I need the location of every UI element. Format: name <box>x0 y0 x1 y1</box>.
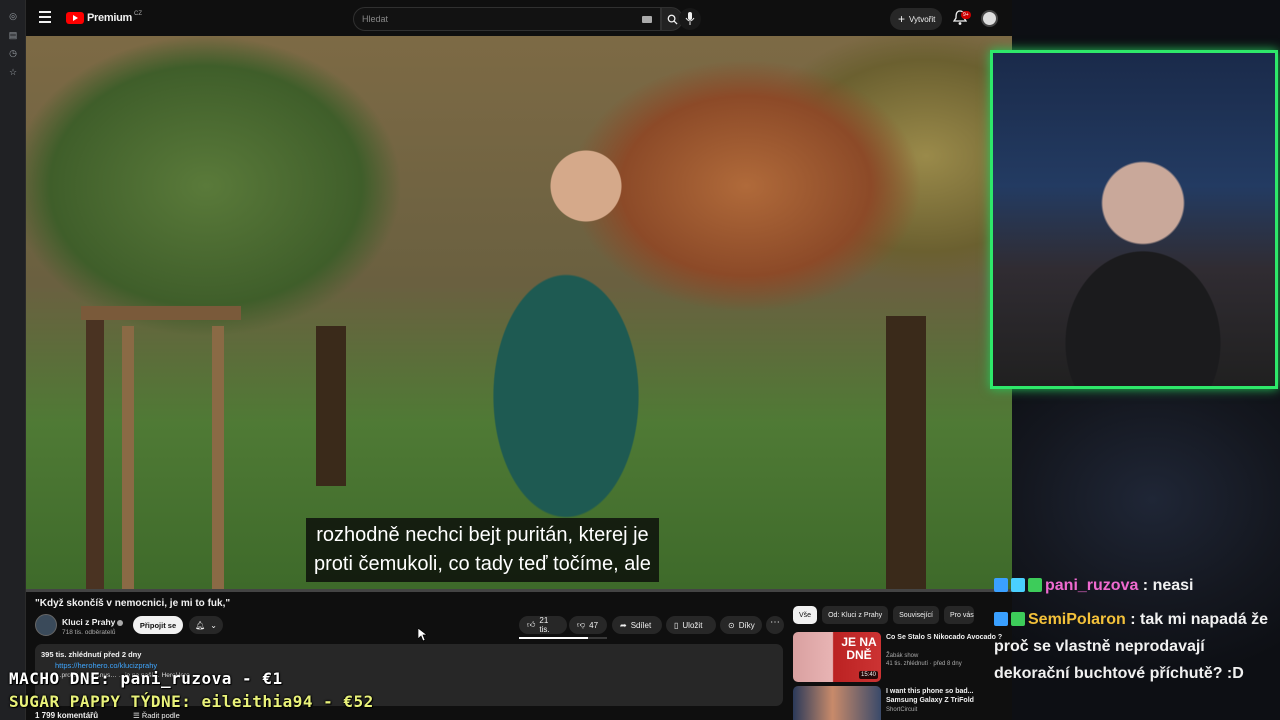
sort-comments-button[interactable]: ☰ Řadit podle <box>133 711 180 720</box>
youtube-header: Premium CZ Hledat + Vytvořit 9+ <box>26 0 1012 36</box>
gem-badge-icon <box>1011 578 1025 592</box>
voice-search-button[interactable] <box>679 8 701 30</box>
chat-separator: : <box>1125 611 1141 628</box>
video-thumbnail[interactable]: JE NA DNĚ 15:40 <box>793 632 881 682</box>
thanks-button[interactable]: ⊙ Díky <box>720 616 762 634</box>
view-stats: 395 tis. zhlédnutí před 2 dny <box>41 650 142 659</box>
comment-count: 1 799 komentářů <box>35 711 99 720</box>
youtube-logo[interactable]: Premium CZ <box>66 10 142 26</box>
chat-username: SemiPolaron <box>1028 611 1126 628</box>
subscription-bell-button[interactable]: 🔔︎ ⌄ <box>189 616 223 634</box>
clock-icon[interactable]: ◷ <box>8 48 18 58</box>
chip-for-you[interactable]: Pro vás <box>944 606 974 624</box>
overlay-weekly-donor: SUGAR PAPPY TÝDNE: eileithia94 - €52 <box>9 692 374 711</box>
recommendation-channel: Žabák show <box>886 653 919 659</box>
save-label: Uložit <box>682 620 703 630</box>
chat-message: SemiPolaron : tak mi napadá že proč se v… <box>994 606 1274 687</box>
verified-icon <box>117 619 124 626</box>
video-player[interactable]: rozhodně nechci bejt puritán, kterej je … <box>26 36 1012 589</box>
thanks-icon: ⊙ <box>728 620 735 630</box>
recommendation-title: I want this phone so bad... Samsung Gala… <box>886 688 974 704</box>
webcam-frame <box>990 50 1278 389</box>
join-button[interactable]: Připojit se <box>133 616 183 634</box>
video-title: "Když skončíš v nemocnici, je mi to fuk,… <box>35 598 231 609</box>
chat-message: pani_ruzova : neasi <box>994 572 1274 599</box>
chip-from-channel[interactable]: Od: Kluci z Prahy <box>822 606 889 624</box>
video-progress-bar[interactable] <box>26 589 1012 592</box>
browser-side-rail: ◎ ▤ ◷ ☆ <box>0 0 26 720</box>
share-label: Sdílet <box>630 620 652 630</box>
channel-name-text: Kluci z Prahy <box>62 617 116 627</box>
channel-name[interactable]: Kluci z Prahy <box>62 617 124 627</box>
chat-username: pani_ruzova <box>1045 577 1139 594</box>
bell-icon: 🔔︎ <box>195 620 206 630</box>
badge-icon <box>994 612 1008 626</box>
subscriber-count: 718 tis. odběratelů <box>62 629 116 636</box>
badge-icon <box>994 578 1008 592</box>
share-button[interactable]: ➦ Sdílet <box>612 616 662 634</box>
sort-icon: ☰ <box>133 711 142 720</box>
create-label: Vytvořit <box>909 14 936 24</box>
save-button[interactable]: ▯ Uložit <box>666 616 716 634</box>
screen: ◎ ▤ ◷ ☆ Premium CZ Hledat + Vytvořit 9+ … <box>0 0 1280 720</box>
plus-icon: + <box>898 12 906 26</box>
video-thumbnail[interactable] <box>793 686 881 720</box>
video-duration: 15:40 <box>858 671 878 679</box>
recommendation-meta: 41 tis. zhlédnutí · před 8 dny <box>886 661 962 667</box>
thumbnail-text: JE NA DNĚ <box>841 635 877 662</box>
keyboard-icon[interactable] <box>642 16 652 23</box>
country-code: CZ <box>133 11 142 17</box>
overlay-top-donor: MACHO DNE: pani_ruzova - €1 <box>9 669 283 688</box>
recommendation-item[interactable]: JE NA DNĚ 15:40 Co Se Stalo S Nikocado A… <box>793 632 1007 682</box>
save-icon: ▯ <box>674 620 679 630</box>
recommendation-title: Co Se Stalo S Nikocado Avocado ? <box>886 634 1003 641</box>
hamburger-menu-icon[interactable] <box>39 11 51 23</box>
subtitle-line-2: proti čemukoli, co tady teď točíme, ale <box>314 553 651 575</box>
chevron-down-icon: ⌄ <box>210 620 217 630</box>
chat-separator: : <box>1138 577 1153 594</box>
bookmark-icon[interactable]: ▤ <box>8 30 18 40</box>
more-actions-button[interactable]: ⋯ <box>766 616 784 634</box>
channel-avatar[interactable] <box>35 614 57 636</box>
create-button[interactable]: + Vytvořit <box>890 8 942 30</box>
notification-badge: 9+ <box>961 11 971 19</box>
youtube-play-icon <box>66 12 84 24</box>
history-icon[interactable]: ◎ <box>8 11 18 21</box>
chip-related[interactable]: Související <box>893 606 939 624</box>
like-count: 21 tis. <box>539 616 550 634</box>
share-icon: ➦ <box>620 620 627 630</box>
dislike-count: 47 <box>589 620 599 630</box>
search-icon <box>667 14 678 25</box>
search-placeholder: Hledat <box>362 14 389 24</box>
microphone-icon <box>685 12 695 25</box>
mod-badge-icon <box>1011 612 1025 626</box>
thumbs-up-icon: 👍︎ <box>527 620 536 629</box>
chip-all[interactable]: Vše <box>793 606 818 624</box>
thumbs-down-icon: 👎︎ <box>577 620 586 629</box>
sort-label: Řadit podle <box>141 711 180 720</box>
like-ratio-bar <box>519 637 607 639</box>
like-button[interactable]: 👍︎ 21 tis. <box>519 616 567 634</box>
mod-badge-icon <box>1028 578 1042 592</box>
subtitle-line-1: rozhodně nechci bejt puritán, kterej je <box>316 524 649 546</box>
chat-text: neasi <box>1152 577 1194 594</box>
thanks-label: Díky <box>738 620 755 630</box>
recommendation-channel: ShortCircuit <box>886 707 918 713</box>
account-avatar[interactable] <box>981 10 998 27</box>
recommendation-chips: Vše Od: Kluci z Prahy Související Pro vá… <box>793 606 974 624</box>
brand-label: Premium <box>87 12 132 24</box>
recommendation-item[interactable]: I want this phone so bad... Samsung Gala… <box>793 686 1007 720</box>
star-icon[interactable]: ☆ <box>8 67 18 77</box>
mouse-cursor-icon <box>418 628 427 642</box>
search-input[interactable]: Hledat <box>353 7 661 31</box>
youtube-page: Premium CZ Hledat + Vytvořit 9+ rozhodně… <box>26 0 1012 720</box>
video-subtitles: rozhodně nechci bejt puritán, kterej je … <box>306 518 659 582</box>
dislike-button[interactable]: 👎︎ 47 <box>569 616 607 634</box>
